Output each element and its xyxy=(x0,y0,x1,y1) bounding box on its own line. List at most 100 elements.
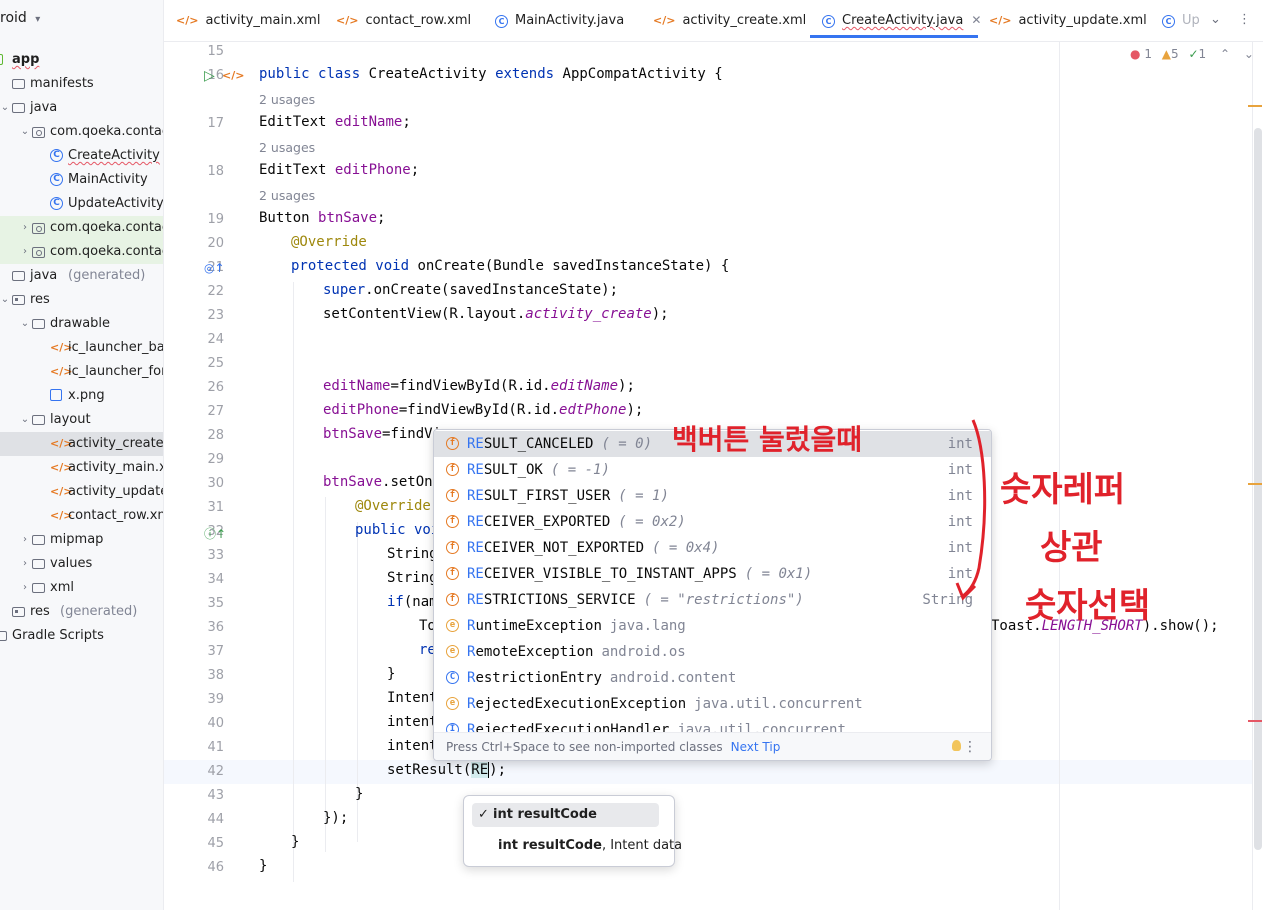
chevron-down-icon[interactable]: ⌄ xyxy=(0,288,10,312)
folder-icon xyxy=(32,319,45,329)
completion-item[interactable]: f RESTRICTIONS_SERVICE ( = "restrictions")… xyxy=(434,587,991,613)
folder-icon xyxy=(32,583,45,593)
completion-item[interactable]: f RECEIVER_NOT_EXPORTED( = 0x4) int xyxy=(434,535,991,561)
editor-scrollbar[interactable] xyxy=(1254,128,1262,850)
tree-item[interactable]: </> ic_launcher_fore xyxy=(0,360,163,384)
more-icon[interactable]: ⋮ xyxy=(1238,12,1251,27)
folder-icon xyxy=(32,415,45,425)
code-line-21: protected void onCreate(Bundle savedInst… xyxy=(291,258,730,274)
chevron-right-icon[interactable]: › xyxy=(20,528,30,552)
tree-item[interactable]: › xml xyxy=(0,576,163,600)
project-title: roid xyxy=(0,10,27,26)
chevron-down-icon[interactable]: ⌄ xyxy=(20,408,30,432)
tree-item[interactable]: </>activity_main.xml xyxy=(0,456,163,480)
tree-item[interactable]: </>ic_launcher_bacl xyxy=(0,336,163,360)
tree-item[interactable]: ⌄ res xyxy=(0,288,163,312)
inspection-widget[interactable]: ● 1 ▲5 ✓1 ⌃ ⌄ xyxy=(1130,47,1254,61)
code-line-42[interactable]: setResult(RE); xyxy=(387,762,507,778)
chevron-right-icon[interactable]: › xyxy=(20,240,30,264)
completion-item[interactable]: f RECEIVER_VISIBLE_TO_INSTANT_APPS ( = 0x1… xyxy=(434,561,991,587)
indent-guide xyxy=(293,282,294,882)
completion-item[interactable]: f RESULT_FIRST_USER( = 1) int xyxy=(434,483,991,509)
code-line-22: super.onCreate(savedInstanceState); xyxy=(323,282,619,298)
tree-item[interactable]: x.png xyxy=(0,384,163,408)
usages-hint[interactable]: 2 usages xyxy=(259,140,315,155)
usages-hint[interactable]: 2 usages xyxy=(259,92,315,107)
tab-main-activity-java[interactable]: C MainActivity.java xyxy=(495,0,624,41)
tree-item[interactable]: manifests xyxy=(0,72,163,96)
tree-item-label: ic_launcher_fore xyxy=(68,364,164,379)
tree-item[interactable]: › com.qoeka.contacta xyxy=(0,240,163,264)
xml-link-icon[interactable]: </> xyxy=(222,69,244,82)
completion-item-rest: emoteException xyxy=(475,644,594,660)
next-tip-link[interactable]: Next Tip xyxy=(731,740,781,754)
line-number: 25 xyxy=(207,356,224,371)
tree-item[interactable]: › mipmap xyxy=(0,528,163,552)
completion-item[interactable]: C RestrictionEntry android.content xyxy=(434,665,991,691)
tree-item-label: java xyxy=(30,268,58,283)
error-icon: ● xyxy=(1130,47,1141,61)
tree-item[interactable]: C UpdateActivity xyxy=(0,192,163,216)
completion-footer: Press Ctrl+Space to see non-imported cla… xyxy=(434,732,991,760)
close-icon[interactable]: ✕ xyxy=(971,13,981,27)
completion-item[interactable]: f RESULT_OK( = -1) int xyxy=(434,457,991,483)
line-number: 36 xyxy=(207,620,224,635)
tree-item[interactable]: </> contact_row.xml xyxy=(0,504,163,528)
tab-activity-main-xml[interactable]: </> activity_main.xml xyxy=(176,0,320,41)
chevron-up-icon[interactable]: ⌃ xyxy=(1220,47,1230,61)
chevron-right-icon[interactable]: › xyxy=(20,576,30,600)
implement-icon[interactable]: ⓘ↑ xyxy=(204,525,226,542)
tree-item[interactable]: app xyxy=(0,48,163,72)
warning-marker[interactable] xyxy=(1248,105,1262,107)
tree-item[interactable]: › values xyxy=(0,552,163,576)
tab-activity-update-xml[interactable]: </> activity_update.xml xyxy=(989,0,1147,41)
param-option[interactable]: int resultCode, Intent data xyxy=(472,834,682,858)
warning-marker[interactable] xyxy=(1248,483,1262,485)
tab-contact-row-xml[interactable]: </> contact_row.xml xyxy=(336,0,471,41)
project-header[interactable]: roid ▾ xyxy=(0,10,40,32)
tree-item[interactable]: C CreateActivity xyxy=(0,144,163,168)
tree-item[interactable]: ⌄ java xyxy=(0,96,163,120)
completion-item[interactable]: e RuntimeException java.lang xyxy=(434,613,991,639)
error-marker[interactable] xyxy=(1248,720,1262,722)
usages-hint[interactable]: 2 usages xyxy=(259,188,315,203)
override-icon[interactable]: ◎↑ xyxy=(204,261,225,275)
param-option[interactable]: ✓ int resultCode xyxy=(472,803,659,827)
tab-create-activity-java[interactable]: C CreateActivity.java ✕ xyxy=(810,0,981,38)
chevron-down-icon[interactable]: ⌄ xyxy=(20,312,30,336)
completion-item-hint: ( = 0) xyxy=(601,436,653,452)
line-number: 33 xyxy=(207,548,224,563)
code-line-19: Button btnSave; xyxy=(259,210,386,226)
tree-item[interactable]: Gradle Scripts xyxy=(0,624,163,648)
run-icon[interactable]: ▷ xyxy=(204,68,215,84)
lightbulb-icon[interactable] xyxy=(952,740,961,751)
chevron-right-icon[interactable]: › xyxy=(20,216,30,240)
completion-item[interactable]: f RECEIVER_EXPORTED( = 0x2) int xyxy=(434,509,991,535)
tree-item[interactable]: java (generated) xyxy=(0,264,163,288)
tree-item[interactable]: ⌄ com.qoeka.contacta xyxy=(0,120,163,144)
chevron-right-icon[interactable]: › xyxy=(20,552,30,576)
line-number: 19 xyxy=(207,212,224,227)
tree-item[interactable]: </>activity_create.xm xyxy=(0,432,163,456)
line-number: 27 xyxy=(207,404,224,419)
completion-item[interactable]: e RejectedExecutionException java.util.con… xyxy=(434,691,991,717)
tree-item[interactable]: C MainActivity xyxy=(0,168,163,192)
folder-icon xyxy=(32,559,45,569)
completion-item[interactable]: e RemoteException android.os xyxy=(434,639,991,665)
code-line-34: String xyxy=(387,570,438,586)
tree-item[interactable]: ⌄ drawable xyxy=(0,312,163,336)
line-number: 26 xyxy=(207,380,224,395)
chevron-down-icon[interactable]: ⌄ xyxy=(1210,12,1221,27)
more-options-icon[interactable]: ⋮ xyxy=(963,733,977,760)
line-number: 28 xyxy=(207,428,224,443)
tab-update-activity-java[interactable]: C Up xyxy=(1162,0,1200,41)
tree-item[interactable]: ⌄ layout xyxy=(0,408,163,432)
tree-item[interactable]: </>activity_update.x xyxy=(0,480,163,504)
chevron-down-icon[interactable]: ⌄ xyxy=(0,96,10,120)
tree-item[interactable]: › com.qoeka.contacta xyxy=(0,216,163,240)
chevron-down-icon[interactable]: ▾ xyxy=(35,14,40,25)
tree-item-label: com.qoeka.contacta xyxy=(50,220,163,235)
chevron-down-icon[interactable]: ⌄ xyxy=(20,120,30,144)
tab-activity-create-xml[interactable]: </> activity_create.xml xyxy=(653,0,806,41)
tree-item[interactable]: res (generated) xyxy=(0,600,163,624)
